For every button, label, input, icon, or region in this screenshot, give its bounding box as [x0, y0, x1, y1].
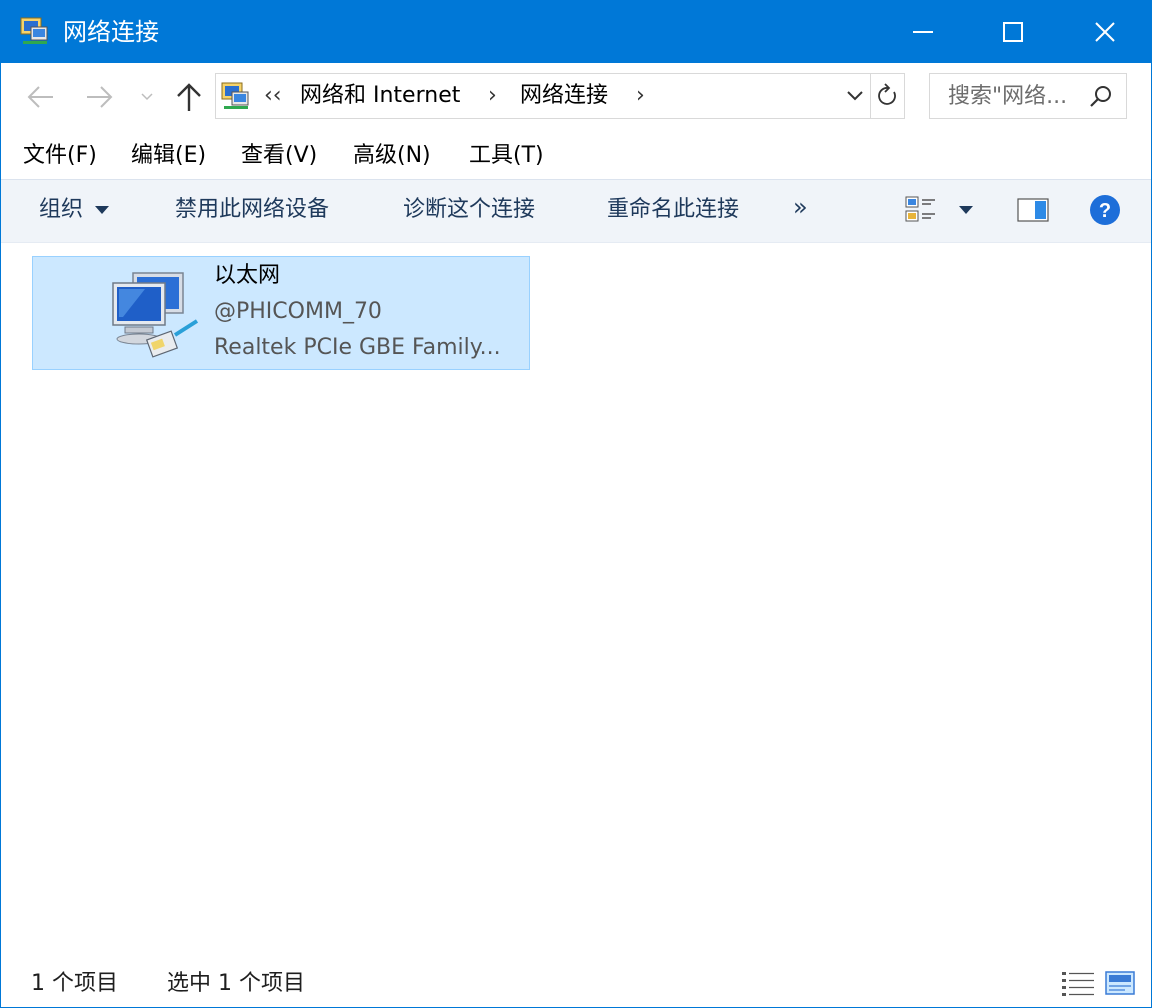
address-bar[interactable]: ‹‹ 网络和 Internet › 网络连接 › — [215, 73, 905, 119]
explorer-window: 网络连接 ‹‹ 网络和 Internet › 网络连接 › 搜索"网络... 文… — [0, 0, 1152, 1008]
refresh-icon — [878, 83, 896, 105]
breadcrumb-network-connections[interactable]: 网络连接 — [520, 81, 608, 111]
address-dropdown-button[interactable] — [840, 74, 870, 118]
title-bar[interactable]: 网络连接 — [1, 1, 1151, 63]
breadcrumb-separator[interactable]: › — [488, 81, 497, 111]
network-connections-icon — [221, 82, 249, 109]
selection-count: 选中 1 个项目 — [167, 971, 305, 996]
item-count: 1 个项目 — [31, 971, 118, 996]
search-box[interactable]: 搜索"网络... — [929, 73, 1127, 119]
change-view-icon[interactable] — [905, 196, 937, 226]
preview-pane-icon[interactable] — [1017, 198, 1049, 222]
minimize-button[interactable] — [877, 1, 969, 63]
connection-name: 以太网 — [214, 263, 281, 288]
minimize-icon — [913, 31, 933, 33]
connection-device: Realtek PCIe GBE Family... — [214, 335, 501, 360]
help-icon[interactable]: ? — [1089, 194, 1121, 226]
disable-device-button[interactable]: 禁用此网络设备 — [175, 195, 329, 225]
organize-button[interactable]: 组织 — [39, 195, 110, 225]
search-icon — [1090, 86, 1111, 107]
status-bar: 1 个项目 选中 1 个项目 — [1, 959, 1151, 1007]
window-title: 网络连接 — [63, 18, 159, 46]
network-adapter-icon — [112, 272, 199, 358]
chevron-down-icon — [141, 93, 153, 101]
navigation-bar: ‹‹ 网络和 Internet › 网络连接 › 搜索"网络... — [1, 63, 1151, 131]
menu-bar: 文件(F) 编辑(E) 查看(V) 高级(N) 工具(T) — [1, 131, 1151, 179]
diagnose-connection-button[interactable]: 诊断这个连接 — [403, 195, 535, 225]
close-icon — [1095, 22, 1115, 42]
connections-list: 以太网 @PHICOMM_70 Realtek PCIe GBE Family.… — [1, 243, 1151, 955]
forward-button[interactable] — [79, 77, 119, 117]
caret-down-icon — [95, 206, 110, 214]
arrow-up-icon — [177, 83, 201, 111]
command-bar: 组织 禁用此网络设备 诊断这个连接 重命名此连接 » ? — [1, 179, 1151, 243]
arrow-left-icon — [27, 86, 53, 108]
up-button[interactable] — [169, 77, 209, 117]
refresh-button[interactable] — [870, 74, 904, 118]
arrow-right-icon — [87, 86, 113, 108]
view-options-dropdown-icon[interactable] — [959, 206, 973, 214]
breadcrumb-overflow[interactable]: ‹‹ — [264, 81, 282, 111]
connection-status: @PHICOMM_70 — [214, 299, 382, 324]
organize-label: 组织 — [39, 197, 84, 222]
recent-locations-button[interactable] — [133, 77, 161, 117]
menu-file[interactable]: 文件(F) — [23, 141, 97, 171]
chevron-down-icon — [847, 91, 863, 101]
svg-text:?: ? — [1099, 200, 1111, 222]
menu-view[interactable]: 查看(V) — [241, 141, 317, 171]
connection-tile-ethernet[interactable]: 以太网 @PHICOMM_70 Realtek PCIe GBE Family.… — [32, 256, 530, 370]
network-connections-app-icon — [20, 17, 48, 44]
rename-connection-button[interactable]: 重命名此连接 — [607, 195, 739, 225]
menu-tools[interactable]: 工具(T) — [469, 141, 544, 171]
maximize-icon — [1003, 22, 1023, 42]
back-button[interactable] — [21, 77, 61, 117]
maximize-button[interactable] — [967, 1, 1059, 63]
search-input[interactable]: 搜索"网络... — [948, 82, 1067, 112]
more-commands-button[interactable]: » — [793, 193, 808, 221]
menu-advanced[interactable]: 高级(N) — [353, 141, 431, 171]
breadcrumb-separator[interactable]: › — [636, 81, 645, 111]
large-icons-view-icon[interactable] — [1105, 969, 1135, 997]
menu-edit[interactable]: 编辑(E) — [131, 141, 206, 171]
details-view-icon[interactable] — [1061, 969, 1095, 997]
close-button[interactable] — [1059, 1, 1151, 63]
breadcrumb-network-internet[interactable]: 网络和 Internet — [300, 81, 460, 111]
